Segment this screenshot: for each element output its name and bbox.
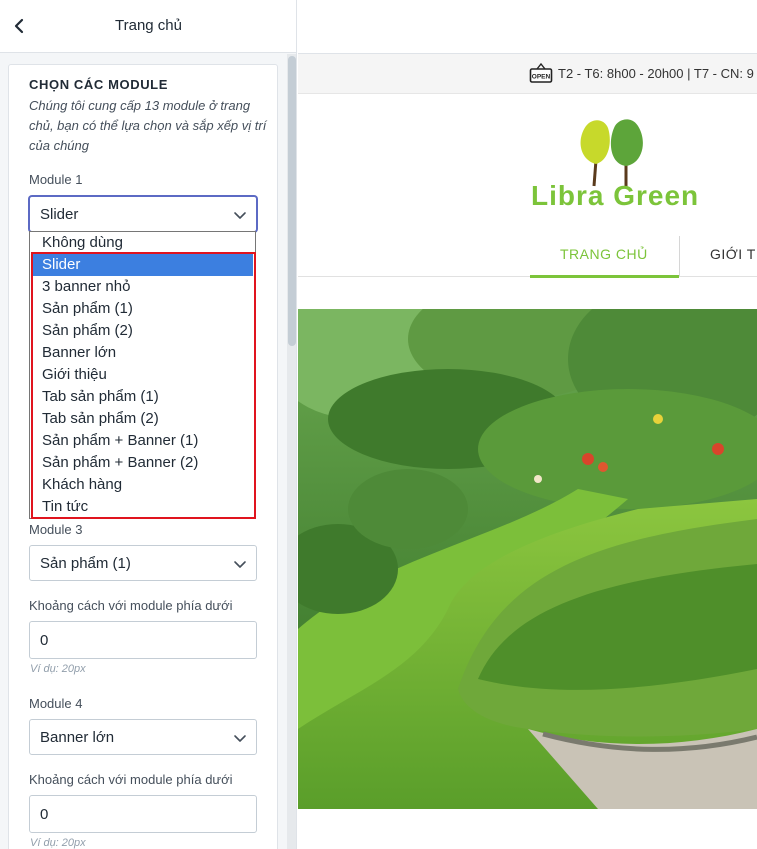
module-3-select[interactable]: Sản phẩm (1)	[29, 545, 257, 581]
spacing-3-label: Khoảng cách với module phía dưới	[29, 598, 233, 613]
dropdown-option[interactable]: Sản phẩm + Banner (1)	[32, 430, 253, 452]
panel-header: Trang chủ	[0, 0, 296, 53]
dropdown-option[interactable]: Giới thiệu	[32, 364, 253, 386]
dropdown-option[interactable]: Tab sản phẩm (2)	[32, 408, 253, 430]
module-4-label: Module 4	[29, 696, 83, 711]
section-description: Chúng tôi cung cấp 13 module ở trang chủ…	[29, 98, 267, 153]
dropdown-option[interactable]: Tab sản phẩm (1)	[32, 386, 253, 408]
garden-slider-image[interactable]	[298, 309, 757, 809]
dropdown-option[interactable]: Sản phẩm (1)	[32, 298, 253, 320]
chevron-down-icon	[234, 212, 246, 219]
nav-item-home[interactable]: TRANG CHỦ	[560, 246, 648, 262]
editor-panel: Trang chủ CHỌN CÁC MODULE Chúng tôi cung…	[0, 0, 297, 849]
spacing-4-label: Khoảng cách với module phía dưới	[29, 772, 233, 787]
panel-title: Trang chủ	[115, 17, 182, 34]
dropdown-option-selected[interactable]: Slider	[32, 254, 253, 276]
spacing-3-hint: Ví dụ: 20px	[30, 663, 86, 675]
module-4-value: Banner lớn	[40, 728, 115, 746]
dropdown-option[interactable]: 3 banner nhỏ	[32, 276, 253, 298]
module-1-label: Module 1	[29, 172, 83, 187]
spacing-4-input[interactable]: 0	[29, 795, 257, 833]
spacing-4-hint: Ví dụ: 20px	[30, 837, 86, 849]
info-bar: OPEN T2 - T6: 8h00 - 20h00 | T7 - CN: 9	[298, 54, 757, 94]
dropdown-option[interactable]: Banner lớn	[32, 342, 253, 364]
preview-topbar	[298, 0, 757, 54]
spacing-3-input[interactable]: 0	[29, 621, 257, 659]
tree-logo-icon	[580, 119, 643, 187]
module-1-value: Slider	[40, 205, 79, 223]
opening-hours-text: T2 - T6: 8h00 - 20h00 | T7 - CN: 9	[558, 66, 754, 81]
dropdown-option[interactable]: Sản phẩm (2)	[32, 320, 253, 342]
chevron-down-icon	[234, 735, 246, 742]
dropdown-option[interactable]: Sản phẩm + Banner (2)	[32, 452, 253, 474]
scrollbar-thumb[interactable]	[288, 56, 296, 346]
chevron-down-icon	[234, 561, 246, 568]
module-3-value: Sản phẩm (1)	[40, 554, 131, 572]
module-3-label: Module 3	[29, 522, 83, 537]
dropdown-option[interactable]: Tin tức	[32, 496, 253, 518]
store-preview: OPEN T2 - T6: 8h00 - 20h00 | T7 - CN: 9 …	[298, 0, 757, 849]
dropdown-option[interactable]: Khách hàng	[32, 474, 253, 496]
module-1-dropdown-list: Không dùng Slider 3 banner nhỏ Sản phẩm …	[29, 231, 256, 519]
open-sign-icon: OPEN	[529, 62, 553, 83]
module-1-select[interactable]: Slider	[29, 196, 257, 232]
nav-divider	[298, 276, 757, 277]
nav-item-about[interactable]: GIỚI T	[710, 246, 756, 262]
section-heading: CHỌN CÁC MODULE	[29, 77, 168, 92]
module-4-select[interactable]: Banner lớn	[29, 719, 257, 755]
nav-separator	[679, 236, 680, 276]
svg-text:OPEN: OPEN	[532, 74, 551, 81]
store-logo[interactable]: Libra Green	[531, 180, 699, 212]
nav-active-underline	[530, 275, 679, 278]
dropdown-option[interactable]: Không dùng	[32, 232, 253, 254]
